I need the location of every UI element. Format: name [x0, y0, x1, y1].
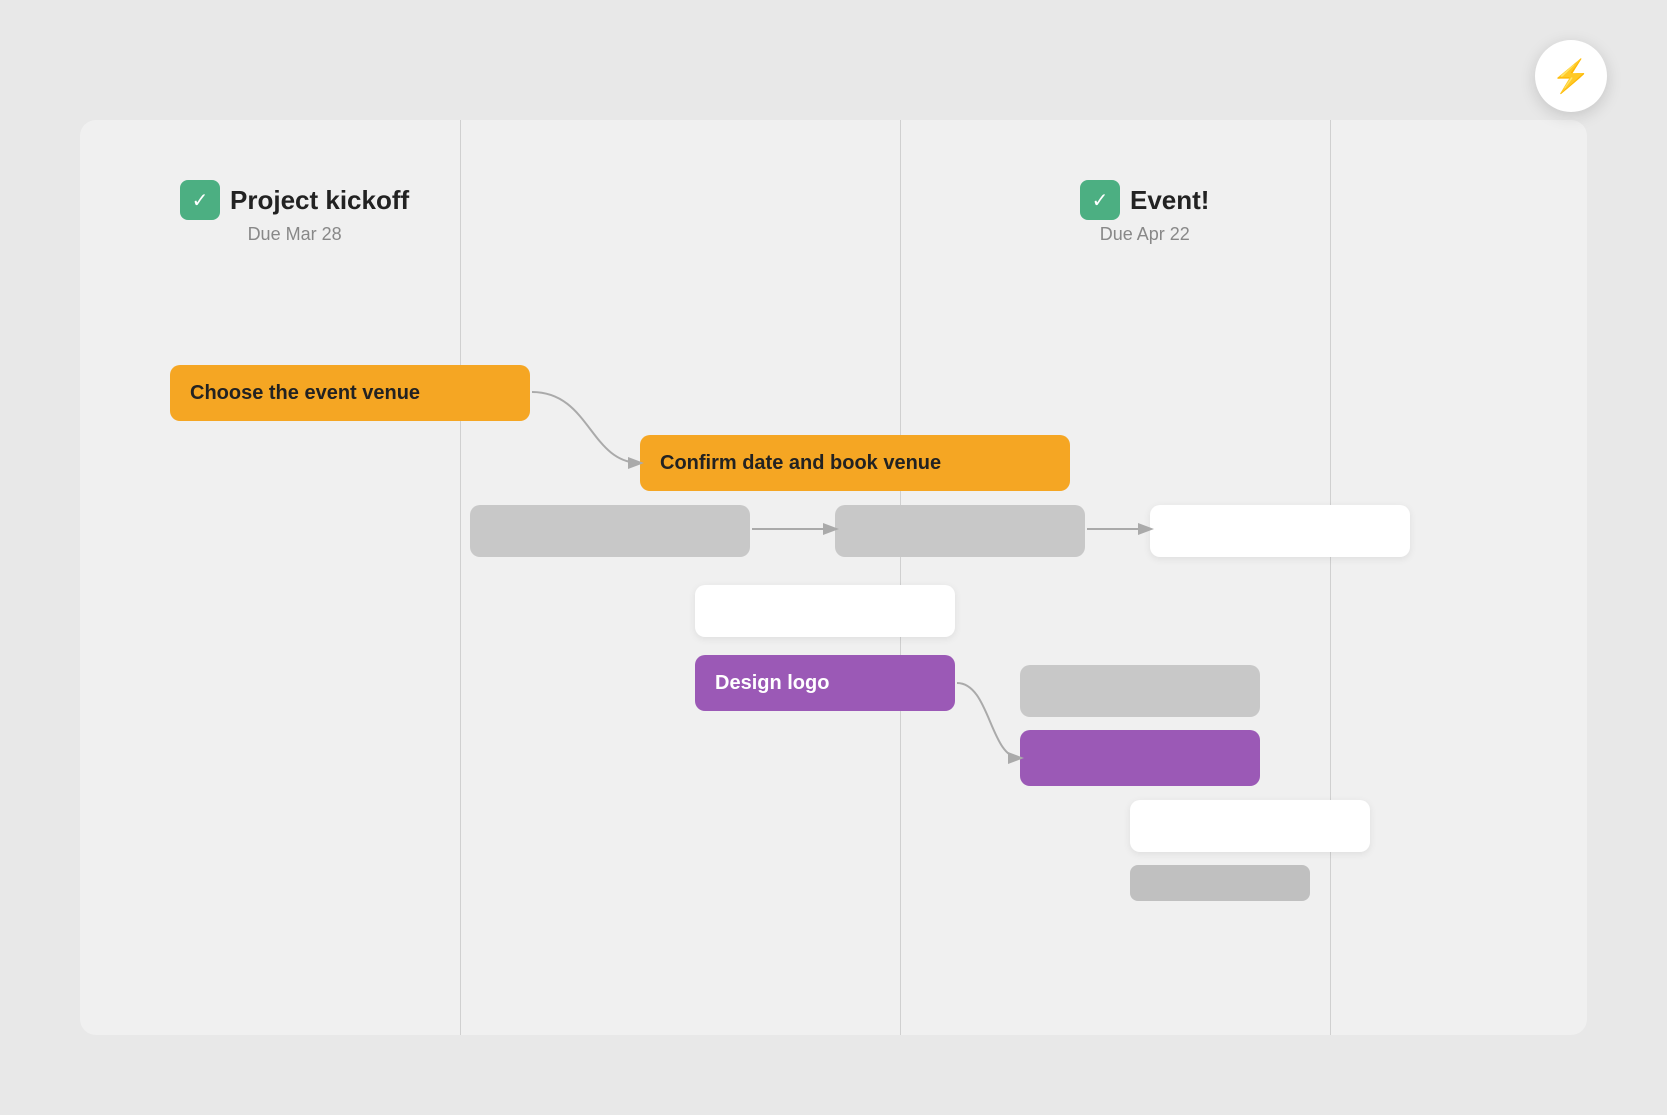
task-white-1[interactable] [695, 585, 955, 637]
task-confirm-venue[interactable]: Confirm date and book venue [640, 435, 1070, 491]
milestone-event-title: Event! [1130, 185, 1209, 216]
vline-1 [460, 120, 461, 1035]
task-gray-small[interactable] [1130, 865, 1310, 901]
task-gray-2[interactable] [835, 505, 1085, 557]
milestone-kickoff-icon: ✓ [180, 180, 220, 220]
vline-2 [900, 120, 901, 1035]
milestone-event-icon: ✓ [1080, 180, 1120, 220]
canvas: ✓ Project kickoff Due Mar 28 ✓ Event! Du… [80, 120, 1587, 1035]
arrows-svg [80, 120, 1587, 1035]
task-gray-right-top[interactable] [1020, 665, 1260, 717]
task-white-right[interactable] [1150, 505, 1410, 557]
milestone-event: ✓ Event! Due Apr 22 [1080, 180, 1209, 245]
lightning-icon: ⚡ [1551, 57, 1591, 95]
milestone-kickoff-due: Due Mar 28 [248, 224, 342, 245]
milestone-event-due: Due Apr 22 [1100, 224, 1190, 245]
milestone-kickoff-title: Project kickoff [230, 185, 409, 216]
vline-3 [1330, 120, 1331, 1035]
lightning-button[interactable]: ⚡ [1535, 40, 1607, 112]
milestone-project-kickoff: ✓ Project kickoff Due Mar 28 [180, 180, 409, 245]
task-purple-right[interactable] [1020, 730, 1260, 786]
task-choose-venue[interactable]: Choose the event venue [170, 365, 530, 421]
task-white-bottom-right[interactable] [1130, 800, 1370, 852]
task-gray-1[interactable] [470, 505, 750, 557]
task-design-logo[interactable]: Design logo [695, 655, 955, 711]
